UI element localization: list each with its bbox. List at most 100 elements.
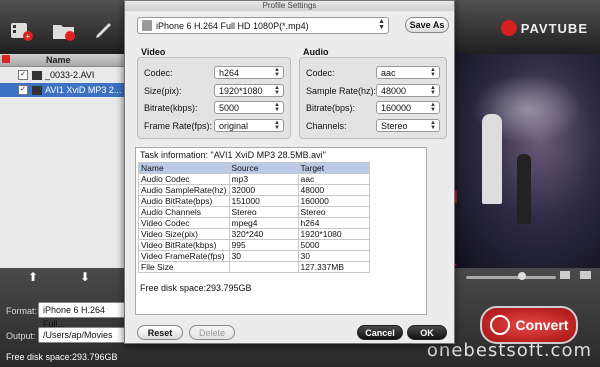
film-icon <box>32 70 42 80</box>
file-name: AVI1 XviD MP3 2... <box>45 85 122 95</box>
table-cell: Stereo <box>297 206 370 218</box>
file-item-2[interactable]: ✓ AVI1 XviD MP3 2... <box>0 83 124 97</box>
table-row: Video Size(pix) 320*240 1920*1080 <box>138 228 370 240</box>
table-cell: mpeg4 <box>228 217 299 229</box>
table-row: Audio SampleRate(hz) 32000 48000 <box>138 184 370 196</box>
audio-samplerate-value: 48000 <box>381 86 407 96</box>
table-cell: 995 <box>228 239 299 251</box>
output-path-field[interactable]: /Users/ap/Movies <box>38 327 128 343</box>
chevron-updown-icon: ▲ ▼ <box>274 67 280 78</box>
table-row: File Size 127.337MB <box>138 261 370 273</box>
video-codec-value: h264 <box>219 68 240 78</box>
video-framerate-value: original <box>219 121 249 131</box>
film-icon <box>32 85 42 95</box>
audio-bitrate-value: 160000 <box>381 103 412 113</box>
table-row: Audio Channels Stereo Stereo <box>138 206 370 218</box>
free-disk-space: Free disk space:293.796GB <box>6 352 118 362</box>
table-cell: h264 <box>297 217 370 229</box>
task-info-title: Task information: "AVI1 XviD MP3 28.5MB.… <box>140 150 326 160</box>
video-framerate-select[interactable]: original ▲ ▼ <box>214 119 284 132</box>
table-cell: Audio Codec <box>138 173 230 185</box>
ok-button[interactable]: OK <box>407 325 447 340</box>
table-cell: Video Size(pix) <box>138 228 230 240</box>
task-free-disk-space: Free disk space:293.795GB <box>140 283 252 293</box>
table-cell: 5000 <box>297 239 370 251</box>
chevron-updown-icon: ▲ ▼ <box>430 85 436 96</box>
table-header-row: Name Source Target <box>138 162 370 174</box>
table-cell: aac <box>297 173 370 185</box>
profile-select[interactable]: iPhone 6 H.264 Full HD 1080P(*.mp4) ▲ ▼ <box>137 17 389 34</box>
seek-bar[interactable] <box>466 276 556 279</box>
reset-button[interactable]: Reset <box>137 325 183 340</box>
table-row: Audio Codec mp3 aac <box>138 173 370 185</box>
audio-codec-label: Codec: <box>306 68 335 78</box>
seek-knob[interactable] <box>518 272 526 280</box>
chevron-updown-icon: ▲ ▼ <box>274 120 280 131</box>
add-video-icon[interactable]: + <box>10 20 34 42</box>
convert-icon <box>489 315 510 335</box>
table-cell: 320*240 <box>228 228 299 240</box>
file-item-1[interactable]: ✓ _0033-2.AVI <box>0 68 124 82</box>
cancel-button[interactable]: Cancel <box>357 325 403 340</box>
chevron-updown-icon: ▲ ▼ <box>274 85 280 96</box>
file-checkbox[interactable]: ✓ <box>18 85 28 95</box>
video-size-select[interactable]: 1920*1080 ▲ ▼ <box>214 84 284 97</box>
table-cell: File Size <box>138 261 230 273</box>
audio-bitrate-select[interactable]: 160000 ▲ ▼ <box>376 101 440 114</box>
table-cell: 1920*1080 <box>297 228 370 240</box>
audio-settings-group: Codec: aac ▲ ▼ Sample Rate(hz): 48000 ▲ ▼ … <box>299 57 447 139</box>
save-as-button[interactable]: Save As <box>405 17 449 33</box>
audio-codec-value: aac <box>381 68 396 78</box>
audio-codec-select[interactable]: aac ▲ ▼ <box>376 66 440 79</box>
chevron-updown-icon: ▲ ▼ <box>274 102 280 113</box>
chevron-updown-icon: ▲ ▼ <box>378 18 385 31</box>
table-cell: Stereo <box>228 206 299 218</box>
table-cell: Video FrameRate(fps) <box>138 250 230 262</box>
delete-button[interactable]: Delete <box>189 325 235 340</box>
audio-samplerate-select[interactable]: 48000 ▲ ▼ <box>376 84 440 97</box>
audio-channels-value: Stereo <box>381 121 408 131</box>
video-codec-label: Codec: <box>144 68 173 78</box>
folder-icon[interactable] <box>580 271 591 279</box>
snapshot-icon[interactable] <box>560 271 570 279</box>
format-select[interactable]: iPhone 6 H.264 Full... <box>38 302 128 329</box>
table-cell: 160000 <box>297 195 370 207</box>
video-codec-select[interactable]: h264 ▲ ▼ <box>214 66 284 79</box>
add-folder-icon[interactable] <box>52 20 76 42</box>
move-up-icon[interactable]: ⬆ <box>28 270 38 284</box>
table-cell: mp3 <box>228 173 299 185</box>
table-cell: Video BitRate(kbps) <box>138 239 230 251</box>
audio-group-title: Audio <box>303 47 329 57</box>
table-cell: 151000 <box>228 195 299 207</box>
brand-name: PAVTUBE <box>520 20 588 36</box>
table-cell: Video Codec <box>138 217 230 229</box>
audio-channels-select[interactable]: Stereo ▲ ▼ <box>376 119 440 132</box>
iphone-icon <box>142 20 152 31</box>
table-row: Video FrameRate(fps) 30 30 <box>138 250 370 262</box>
task-info-table: Name Source Target Audio Codec mp3 aac Aud… <box>138 162 370 273</box>
svg-text:+: + <box>26 32 31 41</box>
video-size-label: Size(pix): <box>144 86 182 96</box>
table-cell: 48000 <box>297 184 370 196</box>
video-group-title: Video <box>141 47 166 57</box>
file-checkbox[interactable]: ✓ <box>18 70 28 80</box>
move-down-icon[interactable]: ⬇ <box>80 270 90 284</box>
video-framerate-label: Frame Rate(fps): <box>144 121 213 131</box>
audio-bitrate-label: Bitrate(bps): <box>306 103 356 113</box>
select-all-checkbox[interactable] <box>2 55 10 63</box>
table-row: Video BitRate(kbps) 995 5000 <box>138 239 370 251</box>
profile-settings-dialog: Profile Settings iPhone 6 H.264 Full HD … <box>124 0 455 344</box>
task-information-panel: Task information: "AVI1 XviD MP3 28.5MB.… <box>135 147 427 315</box>
audio-channels-label: Channels: <box>306 121 347 131</box>
edit-pencil-icon[interactable] <box>92 20 116 42</box>
convert-button[interactable]: Convert <box>480 306 578 344</box>
table-cell: Audio SampleRate(hz) <box>138 184 230 196</box>
column-header: Target <box>297 162 370 174</box>
chevron-updown-icon: ▲ ▼ <box>430 67 436 78</box>
table-cell: 32000 <box>228 184 299 196</box>
name-column-header[interactable]: Name <box>46 55 71 65</box>
table-cell: 30 <box>228 250 299 262</box>
video-bitrate-select[interactable]: 5000 ▲ ▼ <box>214 101 284 114</box>
video-bitrate-value: 5000 <box>219 103 240 113</box>
audio-samplerate-label: Sample Rate(hz): <box>306 86 377 96</box>
